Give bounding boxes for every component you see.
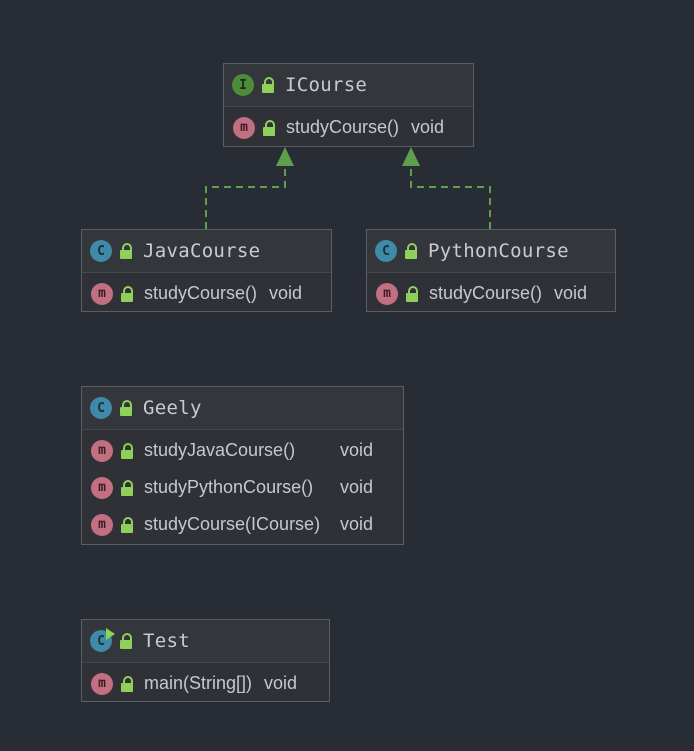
- lock-icon: [119, 633, 133, 649]
- class-node-geely[interactable]: C Geely m studyJavaCourse() void m study…: [81, 386, 404, 545]
- method-row[interactable]: m studyPythonCourse() void: [82, 469, 403, 506]
- interface-node-icourse[interactable]: I ICourse m studyCourse() void: [223, 63, 474, 147]
- method-name: main(String[]): [144, 673, 253, 693]
- node-header: I ICourse: [224, 64, 473, 107]
- method-name: studyCourse(ICourse): [144, 514, 321, 534]
- node-title: PythonCourse: [428, 240, 569, 262]
- method-icon: m: [91, 476, 113, 499]
- method-row[interactable]: m main(String[]) void: [82, 665, 329, 702]
- diagram-canvas: I ICourse m studyCourse() void C JavaCou…: [0, 0, 694, 751]
- node-header: C PythonCourse: [367, 230, 615, 273]
- method-row[interactable]: m studyCourse(ICourse) void: [82, 506, 403, 543]
- lock-icon: [120, 516, 134, 533]
- lock-icon: [120, 479, 134, 496]
- lock-icon: [404, 243, 418, 259]
- lock-icon: [261, 77, 275, 93]
- method-icon: m: [91, 672, 113, 695]
- method-icon: m: [233, 116, 255, 139]
- method-icon: m: [91, 439, 113, 462]
- method-row[interactable]: m studyCourse() void: [224, 109, 473, 146]
- class-node-pythoncourse[interactable]: C PythonCourse m studyCourse() void: [366, 229, 616, 312]
- lock-icon: [405, 285, 419, 302]
- node-header: C Geely: [82, 387, 403, 430]
- method-return-type: void: [340, 477, 374, 497]
- class-node-javacourse[interactable]: C JavaCourse m studyCourse() void: [81, 229, 332, 312]
- method-row[interactable]: m studyJavaCourse() void: [82, 432, 403, 469]
- lock-icon: [119, 243, 133, 259]
- method-row[interactable]: m studyCourse() void: [367, 275, 615, 312]
- node-header: C Test: [82, 620, 329, 663]
- class-icon-letter: C: [97, 633, 105, 649]
- method-icon: m: [91, 282, 113, 305]
- class-icon: C: [90, 397, 112, 419]
- method-return-type: void: [554, 283, 588, 303]
- node-title: ICourse: [285, 74, 368, 96]
- run-icon: [106, 628, 115, 640]
- method-return-type: void: [340, 440, 374, 460]
- method-icon: m: [376, 282, 398, 305]
- method-return-type: void: [340, 514, 374, 534]
- interface-icon: I: [232, 74, 254, 96]
- lock-icon: [262, 119, 276, 136]
- lock-icon: [120, 675, 134, 692]
- method-name: studyPythonCourse(): [144, 477, 314, 497]
- method-icon: m: [91, 513, 113, 536]
- class-icon: C: [90, 240, 112, 262]
- node-header: C JavaCourse: [82, 230, 331, 273]
- method-name: studyCourse(): [144, 283, 258, 303]
- method-name: studyJavaCourse(): [144, 440, 296, 460]
- lock-icon: [120, 442, 134, 459]
- method-return-type: void: [411, 117, 445, 137]
- method-return-type: void: [269, 283, 303, 303]
- runnable-class-icon: C: [90, 628, 115, 652]
- method-name: studyCourse(): [429, 283, 543, 303]
- class-node-test[interactable]: C Test m main(String[]) void: [81, 619, 330, 702]
- realization-edge-pythoncourse: [410, 165, 491, 229]
- node-title: Geely: [143, 397, 202, 419]
- class-icon: C: [375, 240, 397, 262]
- node-title: JavaCourse: [143, 240, 261, 262]
- lock-icon: [120, 285, 134, 302]
- method-return-type: void: [264, 673, 298, 693]
- lock-icon: [119, 400, 133, 416]
- realization-edge-javacourse: [205, 165, 286, 229]
- method-row[interactable]: m studyCourse() void: [82, 275, 331, 312]
- method-name: studyCourse(): [286, 117, 400, 137]
- node-title: Test: [143, 630, 190, 652]
